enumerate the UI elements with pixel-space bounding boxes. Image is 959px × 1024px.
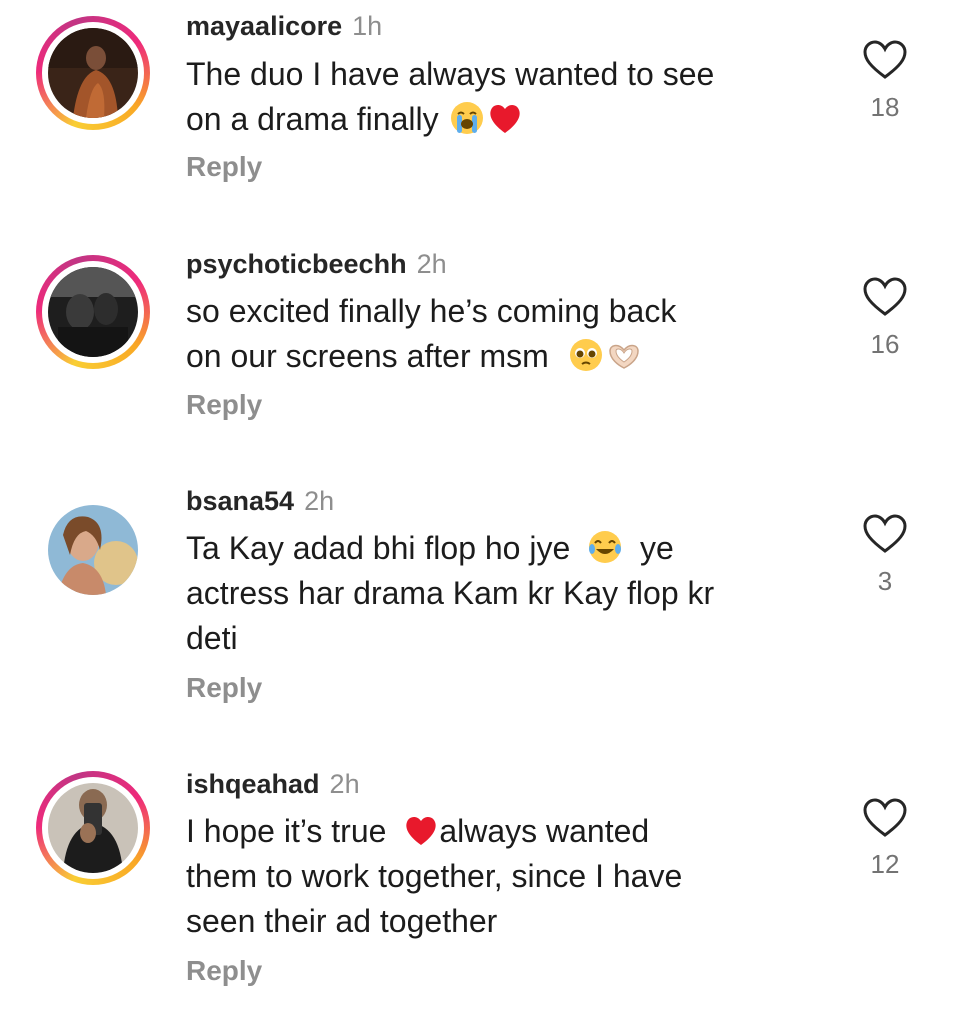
avatar	[48, 267, 138, 357]
tears-of-joy-emoji	[587, 529, 623, 565]
comment-text-line: seen their ad together	[186, 903, 498, 939]
like-count: 3	[877, 566, 893, 596]
comment-text-line: ye	[640, 530, 674, 566]
red-heart-emoji	[403, 812, 439, 848]
like-button[interactable]	[862, 40, 908, 80]
like-count: 18	[870, 92, 900, 122]
like-count: 12	[870, 849, 900, 879]
heart-hands-emoji	[606, 337, 642, 373]
reply-button[interactable]: Reply	[186, 954, 262, 988]
comment-text: I hope it’s true always wanted them to w…	[186, 809, 806, 944]
avatar-story-ring[interactable]	[36, 255, 150, 369]
timestamp: 2h	[416, 249, 447, 279]
avatar	[48, 783, 138, 873]
comment-text-line: I hope it’s true	[186, 813, 387, 849]
comment-text-line: Ta Kay adad bhi flop ho jye	[186, 530, 571, 566]
reply-button[interactable]: Reply	[186, 388, 262, 422]
avatar	[48, 28, 138, 118]
avatar-story-ring[interactable]	[36, 16, 150, 130]
comment-header: psychoticbeechh 2h	[186, 248, 447, 280]
heart-outline-icon	[863, 277, 907, 316]
avatar	[48, 505, 138, 595]
comment-text: The duo I have always wanted to see on a…	[186, 52, 806, 142]
heart-outline-icon	[863, 514, 907, 553]
timestamp: 1h	[352, 11, 383, 41]
comment-text-line: so excited finally he’s coming back	[186, 293, 677, 329]
timestamp: 2h	[304, 486, 335, 516]
comment-text-line: them to work together, since I have	[186, 858, 683, 894]
avatar-story-ring[interactable]	[36, 771, 150, 885]
reply-button[interactable]: Reply	[186, 671, 262, 705]
comment-header: mayaalicore 1h	[186, 10, 382, 42]
like-button[interactable]	[862, 514, 908, 554]
comment-text-line: The duo I have always wanted to see	[186, 56, 715, 92]
like-button[interactable]	[862, 277, 908, 317]
heart-outline-icon	[863, 40, 907, 79]
reply-button[interactable]: Reply	[186, 150, 262, 184]
pleading-face-emoji	[568, 337, 604, 373]
username[interactable]: ishqeahad	[186, 769, 320, 799]
like-count: 16	[870, 329, 900, 359]
heart-outline-icon	[863, 798, 907, 837]
username[interactable]: mayaalicore	[186, 11, 342, 41]
comment-text-line: always wanted	[439, 813, 650, 849]
comment-text-line: on our screens after msm	[186, 338, 549, 374]
red-heart-emoji	[487, 100, 523, 136]
comment-header: ishqeahad 2h	[186, 768, 360, 800]
comment-text: Ta Kay adad bhi flop ho jye ye actress h…	[186, 526, 806, 661]
comment-text-line: actress har drama Kam kr Kay flop kr	[186, 575, 715, 611]
like-button[interactable]	[862, 798, 908, 838]
comment-header: bsana54 2h	[186, 485, 334, 517]
loudly-crying-face-emoji	[449, 100, 485, 136]
username[interactable]: psychoticbeechh	[186, 249, 407, 279]
avatar-wrapper[interactable]	[36, 493, 150, 607]
comment-text-line: on a drama finally	[186, 101, 439, 137]
timestamp: 2h	[329, 769, 360, 799]
comment-text: so excited finally he’s coming back on o…	[186, 289, 806, 379]
comment-text-line: deti	[186, 620, 238, 656]
username[interactable]: bsana54	[186, 486, 294, 516]
